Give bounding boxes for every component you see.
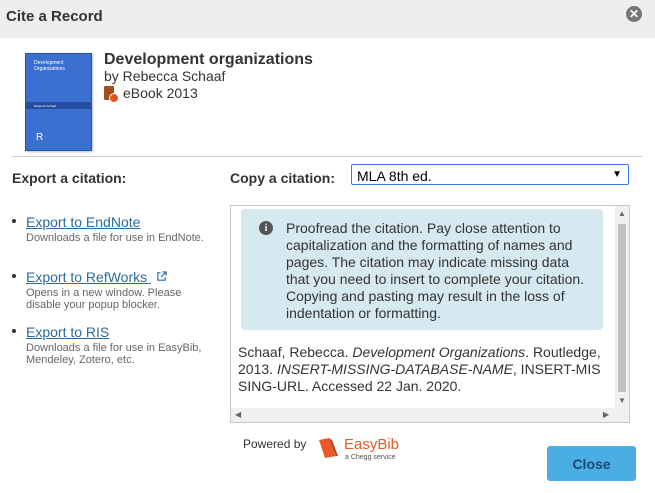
scroll-up-icon[interactable]: ▲ <box>618 209 626 218</box>
export-refworks-link[interactable]: Export to RefWorks <box>26 269 167 285</box>
scroll-down-icon[interactable]: ▼ <box>618 396 626 405</box>
export-ris-description: Downloads a file for use in EasyBib, Men… <box>26 342 202 366</box>
export-heading: Export a citation: <box>12 170 127 186</box>
horizontal-scrollbar[interactable]: ◀ ▶ <box>231 408 629 422</box>
easybib-brand: EasyBib <box>344 436 400 453</box>
dialog-title: Cite a Record <box>6 8 103 25</box>
scroll-left-icon[interactable]: ◀ <box>235 410 241 419</box>
list-bullet <box>12 329 16 333</box>
citation-style-select[interactable]: MLA 8th ed. ▼ <box>351 164 629 185</box>
dropdown-arrow-icon: ▼ <box>612 169 622 180</box>
export-endnote-description: Downloads a file for use in EndNote. <box>26 232 204 244</box>
export-ris-link[interactable]: Export to RIS <box>26 324 109 340</box>
cover-title: Development Organizations <box>34 60 65 72</box>
citation-title: Development Organizations <box>352 344 526 360</box>
scroll-right-icon[interactable]: ▶ <box>603 410 609 419</box>
cover-author: Rebecca Schaaf <box>34 104 57 108</box>
external-link-icon <box>157 271 167 281</box>
notice-text: Proofread the citation. Pay close attent… <box>286 220 585 321</box>
export-refworks-description: Opens in a new window. Please disable yo… <box>26 287 182 311</box>
list-bullet <box>12 274 16 278</box>
vertical-scrollbar[interactable]: ▲ ▼ <box>615 206 629 408</box>
powered-by-label: Powered by <box>243 437 307 451</box>
close-icon[interactable]: ✕ <box>626 6 642 22</box>
citation-style-value: MLA 8th ed. <box>357 168 432 184</box>
proofread-notice: i Proofread the citation. Pay close atte… <box>241 209 603 330</box>
info-icon: i <box>259 221 273 235</box>
ebook-icon <box>104 86 119 103</box>
close-button[interactable]: Close <box>547 446 636 481</box>
copy-heading: Copy a citation: <box>230 170 336 186</box>
citation-database: INSERT-MISSING-DATABASE-NAME <box>276 361 513 377</box>
dialog-titlebar: Cite a Record ✕ <box>0 0 655 38</box>
export-refworks-label: Export to RefWorks <box>26 269 148 285</box>
record-author: by Rebecca Schaaf <box>104 68 226 84</box>
export-endnote-link[interactable]: Export to EndNote <box>26 214 140 230</box>
cover-band: Rebecca Schaaf <box>26 102 91 109</box>
record-format: eBook 2013 <box>123 85 198 101</box>
citation-author: Schaaf, Rebecca. <box>238 344 353 360</box>
scroll-thumb[interactable] <box>618 224 626 392</box>
citation-panel: i Proofread the citation. Pay close atte… <box>230 205 630 423</box>
publisher-logo: R <box>36 132 44 143</box>
divider <box>12 156 642 157</box>
citation-text[interactable]: Schaaf, Rebecca. Development Organizatio… <box>238 344 604 395</box>
record-title: Development organizations <box>104 51 313 68</box>
easybib-tagline: a Chegg service <box>345 454 396 461</box>
list-bullet <box>12 219 16 223</box>
easybib-logo-icon <box>319 438 338 458</box>
book-cover: Development Organizations Rebecca Schaaf… <box>25 53 92 151</box>
